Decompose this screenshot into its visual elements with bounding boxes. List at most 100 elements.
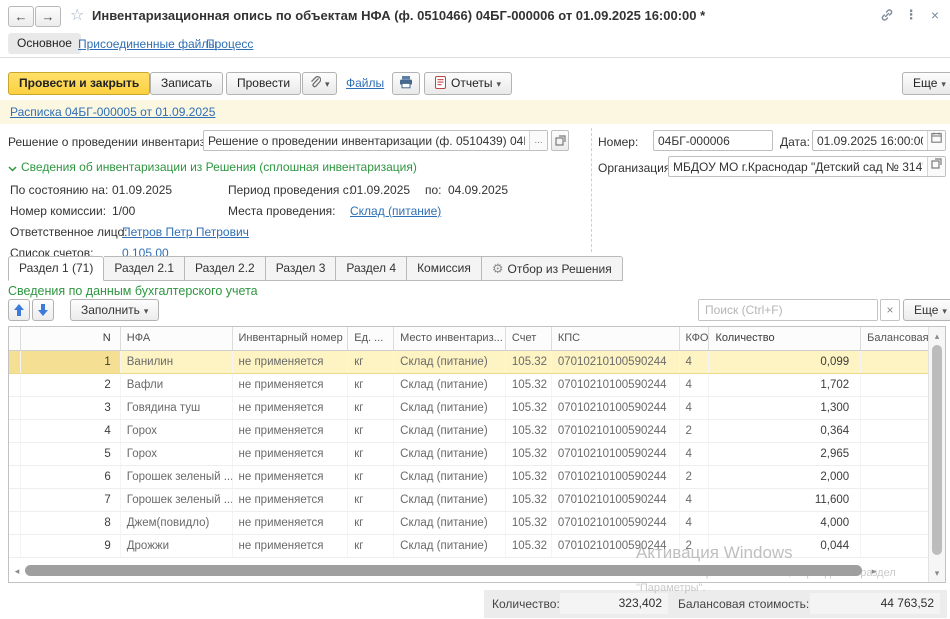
cell-kfo[interactable]: 4 [680,489,710,511]
scroll-right-icon[interactable]: ▸ [868,565,880,577]
cell-nfa[interactable]: Дрожжи [121,535,233,557]
cell-nfa[interactable]: Горошек зеленый ... [121,466,233,488]
search-input[interactable] [699,300,877,320]
cell-balance[interactable] [861,535,928,557]
cell-kfo[interactable]: 4 [680,397,710,419]
organization-input[interactable] [669,158,927,175]
cell-n[interactable]: 4 [21,420,121,442]
decision-field[interactable]: ... [203,130,548,151]
print-button[interactable] [392,72,420,95]
cell-inv[interactable]: не применяется [233,466,349,488]
cell-unit[interactable]: кг [348,512,394,534]
scroll-up-icon[interactable]: ▴ [929,329,945,343]
cell-unit[interactable]: кг [348,466,394,488]
cell-unit[interactable]: кг [348,351,394,373]
cell-balance[interactable] [861,397,928,419]
receipt-link[interactable]: Расписка 04БГ-000005 от 01.09.2025 [10,105,215,119]
number-field[interactable] [653,130,773,151]
cell-nfa[interactable]: Вафли [121,374,233,396]
cell-n[interactable]: 8 [21,512,121,534]
cell-balance[interactable] [861,512,928,534]
cell-place[interactable]: Склад (питание) [394,420,506,442]
cell-kps[interactable]: 07010210100590244 [552,397,680,419]
cell-kps[interactable]: 07010210100590244 [552,374,680,396]
cell-nfa[interactable]: Джем(повидло) [121,512,233,534]
cell-inv[interactable]: не применяется [233,535,349,557]
tab-5[interactable]: Раздел 4 [336,256,407,281]
vertical-scrollbar[interactable]: ▴ ▾ [928,327,945,582]
cell-kfo[interactable]: 4 [680,443,710,465]
cell-qty[interactable]: 1,300 [709,397,861,419]
table-row[interactable]: 1Ванилинне применяетсякгСклад (питание)1… [9,351,928,374]
cell-nfa[interactable]: Горох [121,420,233,442]
decision-input[interactable] [204,132,529,149]
cell-inv[interactable]: не применяется [233,443,349,465]
nav-item-process[interactable]: Процесс [206,37,253,51]
horizontal-scrollbar[interactable]: ◂ ▸ [11,564,908,578]
table-row[interactable]: 2Вафлине применяетсякгСклад (питание)105… [9,374,928,397]
cell-kfo[interactable]: 2 [680,420,710,442]
calendar-icon[interactable] [927,131,945,150]
cell-account[interactable]: 105.32 [506,443,552,465]
cell-inv[interactable]: не применяется [233,420,349,442]
attach-file-button[interactable]: ▾ [302,72,337,95]
search-clear-button[interactable]: × [880,299,900,321]
cell-account[interactable]: 105.32 [506,351,552,373]
table-row[interactable]: 5Горохне применяетсякгСклад (питание)105… [9,443,928,466]
cell-unit[interactable]: кг [348,397,394,419]
cell-kfo[interactable]: 2 [680,535,710,557]
column-header-unit[interactable]: Ед. ... [348,327,394,350]
organization-field[interactable] [668,156,946,177]
vertical-scroll-thumb[interactable] [932,345,942,555]
table-row[interactable]: 7Горошек зеленый ...не применяетсякгСкла… [9,489,928,512]
cell-nfa[interactable]: Ванилин [121,351,233,373]
back-button[interactable]: ← [8,6,34,27]
cell-qty[interactable]: 0,044 [709,535,861,557]
post-button[interactable]: Провести [226,72,301,95]
column-header-place[interactable]: Место инвентариз... [394,327,506,350]
column-header-balance[interactable]: Балансовая [861,327,928,350]
cell-qty[interactable]: 0,364 [709,420,861,442]
cell-qty[interactable]: 4,000 [709,512,861,534]
cell-n[interactable]: 3 [21,397,121,419]
cell-kfo[interactable]: 2 [680,466,710,488]
cell-balance[interactable] [861,351,928,373]
nav-item-main[interactable]: Основное [8,33,81,54]
files-link[interactable]: Файлы [346,76,384,90]
cell-inv[interactable]: не применяется [233,351,349,373]
cell-place[interactable]: Склад (питание) [394,397,506,419]
cell-qty[interactable]: 2,965 [709,443,861,465]
cell-qty[interactable]: 2,000 [709,466,861,488]
table-row[interactable]: 6Горошек зеленый ...не применяетсякгСкла… [9,466,928,489]
forward-button[interactable]: → [35,6,61,27]
cell-place[interactable]: Склад (питание) [394,535,506,557]
collapse-section-header[interactable]: Сведения об инвентаризации из Решения (с… [8,160,417,174]
cell-kps[interactable]: 07010210100590244 [552,443,680,465]
cell-qty[interactable]: 0,099 [709,351,861,373]
cell-n[interactable]: 7 [21,489,121,511]
cell-n[interactable]: 2 [21,374,121,396]
places-link[interactable]: Склад (питание) [350,204,441,218]
cell-account[interactable]: 105.32 [506,374,552,396]
column-header-quantity[interactable]: Количество [709,327,861,350]
cell-account[interactable]: 105.32 [506,535,552,557]
organization-open-button[interactable] [927,157,945,176]
nav-item-attached-files[interactable]: Присоединенные файлы [78,37,217,51]
cell-place[interactable]: Склад (питание) [394,489,506,511]
cell-kfo[interactable]: 4 [680,351,710,373]
get-link-icon[interactable] [880,8,894,22]
responsible-link[interactable]: Петров Петр Петрович [122,225,249,239]
cell-unit[interactable]: кг [348,443,394,465]
cell-inv[interactable]: не применяется [233,397,349,419]
column-header-nfa[interactable]: НФА [121,327,233,350]
cell-balance[interactable] [861,466,928,488]
cell-qty[interactable]: 11,600 [709,489,861,511]
column-header-kps[interactable]: КПС [552,327,680,350]
fill-button[interactable]: Заполнить▾ [70,299,159,321]
cell-kps[interactable]: 07010210100590244 [552,512,680,534]
cell-balance[interactable] [861,443,928,465]
cell-unit[interactable]: кг [348,489,394,511]
table-row[interactable]: 9Дрожжине применяетсякгСклад (питание)10… [9,535,928,558]
cell-n[interactable]: 5 [21,443,121,465]
cell-account[interactable]: 105.32 [506,489,552,511]
